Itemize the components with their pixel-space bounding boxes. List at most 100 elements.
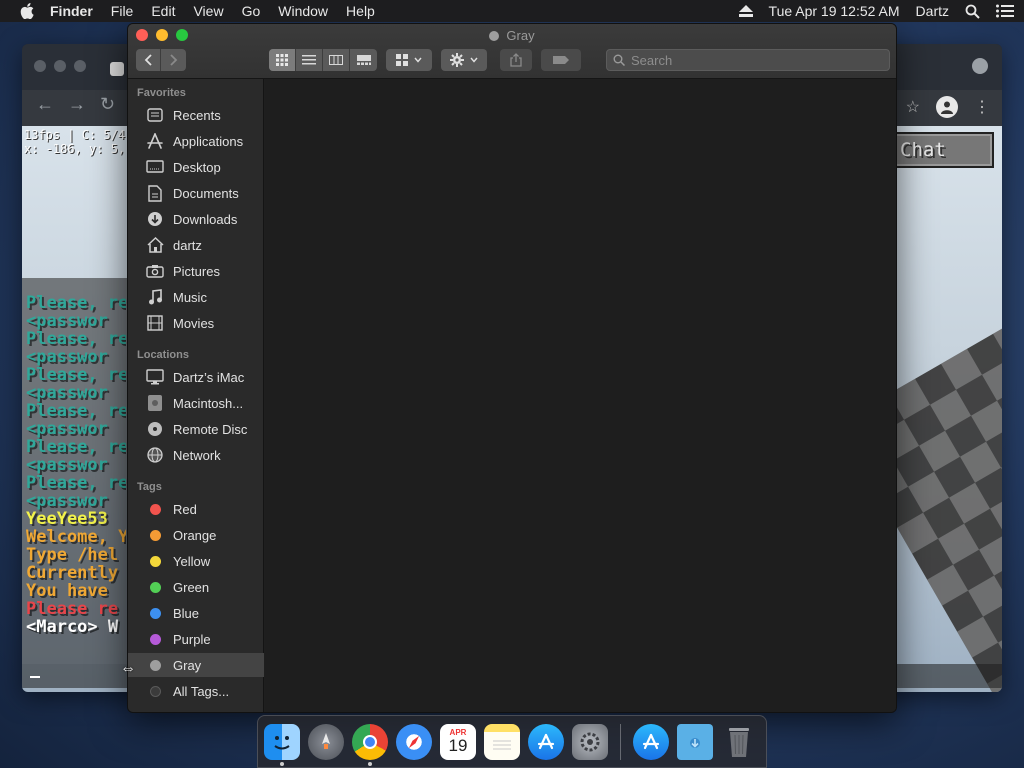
tag-blue-icon <box>145 603 165 623</box>
recents-icon <box>145 105 165 125</box>
group-grid-icon <box>396 54 408 66</box>
sidebar-item-label: Blue <box>173 605 200 621</box>
finder-content-area[interactable] <box>265 79 896 712</box>
sidebar-item-purple[interactable]: Purple <box>128 627 264 651</box>
sidebar-item-remote-disc[interactable]: Remote Disc <box>128 417 264 441</box>
home-icon <box>145 235 165 255</box>
dock-trash-icon[interactable] <box>721 724 757 760</box>
forward-button[interactable] <box>161 49 186 71</box>
sidebar-item-yellow[interactable]: Yellow <box>128 549 264 573</box>
sidebar-item-red[interactable]: Red <box>128 497 264 521</box>
sidebar-item-label: Dartz’s iMac <box>173 369 245 385</box>
movies-icon <box>145 313 165 333</box>
chat-line: Please, re <box>26 365 126 385</box>
dock-chrome-icon[interactable] <box>352 723 388 766</box>
group-by-button[interactable] <box>386 49 432 71</box>
sidebar-item-label: Network <box>173 447 221 463</box>
notification-center-icon[interactable] <box>996 4 1014 18</box>
dock-safari-icon[interactable] <box>396 723 432 760</box>
sidebar-item-pictures[interactable]: Pictures <box>128 259 264 283</box>
menu-app-name[interactable]: Finder <box>50 3 93 19</box>
sidebar-item-gray[interactable]: Gray <box>128 653 264 677</box>
browser-profile-dropdown-icon[interactable] <box>972 58 988 74</box>
chat-line: Currently <box>26 563 119 583</box>
sidebar-item-macintosh[interactable]: Macintosh... <box>128 391 264 415</box>
tag-icon <box>553 56 569 64</box>
browser-reload-icon[interactable]: ↻ <box>100 94 115 115</box>
menu-user[interactable]: Dartz <box>916 3 949 19</box>
sidebar-item-dartz[interactable]: dartz <box>128 233 264 257</box>
browser-tab-favicon-icon[interactable] <box>110 62 124 76</box>
dock-system-preferences-icon[interactable] <box>572 723 608 760</box>
menu-window[interactable]: Window <box>278 3 328 19</box>
sidebar-item-applications[interactable]: Applications <box>128 129 264 153</box>
sidebar-item-desktop[interactable]: Desktop <box>128 155 264 179</box>
dock-notes-icon[interactable] <box>484 723 520 760</box>
sidebar-item-music[interactable]: Music <box>128 285 264 309</box>
search-field[interactable] <box>606 49 890 71</box>
chat-line: <passwor <box>26 419 108 439</box>
dock-app-store-icon[interactable] <box>528 723 564 760</box>
search-icon <box>613 54 625 66</box>
chat-line: <Marco> W <box>26 617 119 636</box>
action-menu-button[interactable] <box>441 49 487 71</box>
menu-edit[interactable]: Edit <box>151 3 175 19</box>
chat-line: Please re <box>26 599 119 619</box>
sidebar-item-green[interactable]: Green <box>128 575 264 599</box>
sidebar-item-label: Applications <box>173 133 244 149</box>
dock-app-store-download-icon[interactable] <box>633 723 669 760</box>
bookmark-star-icon[interactable]: ☆ <box>906 97 920 117</box>
gray-tag-icon <box>489 31 500 41</box>
menu-view[interactable]: View <box>193 3 223 19</box>
chat-line: Please, re <box>26 437 126 457</box>
chat-line: Type /hel <box>26 545 119 565</box>
desktop-icon <box>145 157 165 177</box>
sidebar-item-orange[interactable]: Orange <box>128 523 264 547</box>
icon-view-button[interactable] <box>269 49 296 71</box>
resize-cursor-icon: ⇔ <box>120 660 136 677</box>
dock-finder-icon[interactable] <box>264 723 300 766</box>
sidebar-item-label: Orange <box>173 527 217 543</box>
sidebar-item-network[interactable]: Network <box>128 443 264 467</box>
chat-button[interactable]: Chat <box>890 132 994 168</box>
share-button[interactable] <box>500 49 532 71</box>
sidebar-item-label: Red <box>173 501 197 517</box>
dock-launchpad-icon[interactable] <box>308 723 344 760</box>
sidebar-section-tags: Tags <box>137 481 162 493</box>
sidebar-section-favorites: Favorites <box>137 87 186 99</box>
sidebar-item-label: All Tags... <box>173 683 230 699</box>
edit-tags-button[interactable] <box>541 49 581 71</box>
sidebar-item-recents[interactable]: Recents <box>128 103 264 127</box>
chat-line: Please, re <box>26 473 126 493</box>
dock-calendar-icon[interactable]: APR 19 <box>440 723 476 760</box>
gallery-icon <box>356 55 371 65</box>
dock-downloads-folder-icon[interactable] <box>677 723 713 760</box>
sidebar-item-downloads[interactable]: Downloads <box>128 207 264 231</box>
menu-go[interactable]: Go <box>242 3 261 19</box>
sidebar-item-documents[interactable]: Documents <box>128 181 264 205</box>
disc-icon <box>145 419 165 439</box>
list-view-button[interactable] <box>296 49 323 71</box>
browser-forward-icon[interactable]: → <box>68 94 86 115</box>
apple-menu-icon[interactable] <box>20 3 36 19</box>
column-view-button[interactable] <box>323 49 350 71</box>
sidebar-item-dartz-s-imac[interactable]: Dartz’s iMac <box>128 365 264 389</box>
gallery-view-button[interactable] <box>350 49 377 71</box>
sidebar-item-blue[interactable]: Blue <box>128 601 264 625</box>
profile-avatar-icon[interactable] <box>936 96 958 118</box>
browser-menu-icon[interactable]: ⋮ <box>974 97 990 117</box>
chevron-left-icon <box>144 54 152 66</box>
chat-line: <passwor <box>26 311 108 331</box>
sidebar-item-movies[interactable]: Movies <box>128 311 264 335</box>
sidebar-section-locations: Locations <box>137 349 189 361</box>
chat-log: Please, re <passwor Please, re <passwor Pl… <box>26 294 126 636</box>
menu-help[interactable]: Help <box>346 3 375 19</box>
search-input[interactable] <box>631 52 871 68</box>
menu-clock[interactable]: Tue Apr 19 12:52 AM <box>769 3 900 19</box>
spotlight-search-icon[interactable] <box>965 4 980 19</box>
menu-file[interactable]: File <box>111 3 134 19</box>
back-button[interactable] <box>136 49 161 71</box>
browser-back-icon[interactable]: ← <box>36 94 54 115</box>
eject-icon[interactable] <box>738 5 753 17</box>
sidebar-item-all-tags[interactable]: All Tags... <box>128 679 264 703</box>
